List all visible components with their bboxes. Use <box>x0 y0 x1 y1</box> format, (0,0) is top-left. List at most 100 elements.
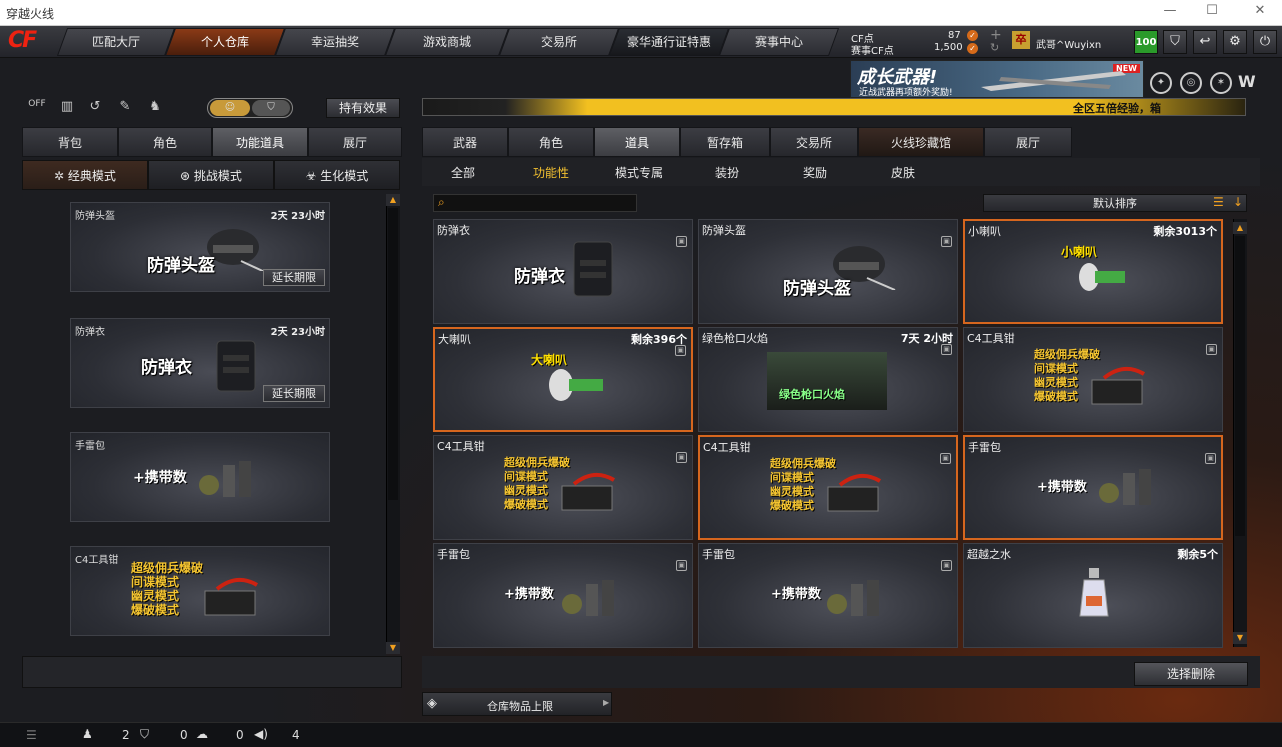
grid-card[interactable]: 大喇叭 剩余396个 ▣ 大喇叭 <box>433 327 693 432</box>
speaker-icon[interactable]: ◀) <box>254 727 268 741</box>
left-tab-func[interactable]: 功能道具 <box>212 127 308 157</box>
target-icon[interactable]: ◎ <box>1180 72 1202 94</box>
scroll-up-icon[interactable]: ▲ <box>386 194 400 206</box>
sort-desc-icon[interactable]: ↓ <box>1233 195 1243 209</box>
grenade-image <box>562 580 614 616</box>
left-card-c4[interactable]: C4工具钳 超级佣兵爆破 间谍模式 幽灵模式 爆破模式 <box>70 546 330 636</box>
subtab-functional[interactable]: 功能性 <box>520 160 582 186</box>
right-tab-storage[interactable]: 暂存箱 <box>680 127 770 157</box>
right-tab-collection[interactable]: 火线珍藏馆 <box>858 127 984 157</box>
mode-zombie[interactable]: ☣ 生化模式 <box>274 160 400 190</box>
lock-icon[interactable]: ▣ <box>941 236 952 247</box>
list-view-icon[interactable]: ☰ <box>1213 195 1224 209</box>
grid-card[interactable]: 手雷包 ▣ +携带数 <box>433 543 693 648</box>
grid-card[interactable]: 小喇叭 剩余3013个 小喇叭 <box>963 219 1223 324</box>
left-card-armor[interactable]: 防弹衣 2天 23小时 防弹衣 延长期限 <box>70 318 330 408</box>
lock-icon[interactable]: ▣ <box>676 560 687 571</box>
shield-icon[interactable]: ⛉ <box>1163 30 1187 54</box>
right-scroll-thumb[interactable] <box>1235 236 1245 536</box>
mode-classic[interactable]: ✲ 经典模式 <box>22 160 148 190</box>
grid-card[interactable]: 绿色枪口火焰 7天 2小时 ▣ 绿色枪口火焰 <box>698 327 958 432</box>
bag-icon[interactable]: ♞ <box>146 99 164 117</box>
grid-card[interactable]: 手雷包 ▣ +携带数 <box>698 543 958 648</box>
grid-card[interactable]: C4工具钳 ▣ 超级佣兵爆破 间谍模式 幽灵模式 爆破模式 <box>433 435 693 540</box>
left-card-grenade[interactable]: 手雷包 +携带数 <box>70 432 330 522</box>
nav-tab-exchange[interactable]: 交易所 <box>498 28 620 56</box>
extend-button[interactable]: 延长期限 <box>263 385 325 402</box>
bird-icon[interactable]: ✦ <box>1150 72 1172 94</box>
nav-tab-shop[interactable]: 游戏商城 <box>384 28 510 56</box>
right-tab-exchange[interactable]: 交易所 <box>770 127 858 157</box>
promo-banner[interactable]: 成长武器! 近战武器再项额外奖励! NEW <box>850 60 1144 98</box>
item-grid: 防弹衣 ▣ 防弹衣 防弹头盔 ▣ 防弹头盔 小喇叭 剩余3013个 小喇叭 大喇… <box>433 219 1227 649</box>
sort-dropdown[interactable]: 默认排序 <box>983 194 1247 212</box>
left-card-helmet[interactable]: 防弹头盔 2天 23小时 防弹头盔 延长期限 <box>70 202 330 292</box>
nav-tab-lottery[interactable]: 幸运抽奖 <box>274 28 396 56</box>
mode-challenge[interactable]: ⊛ 挑战模式 <box>148 160 274 190</box>
nav-tab-events[interactable]: 赛事中心 <box>718 28 840 56</box>
gear-icon[interactable]: ⚙ <box>1223 30 1247 54</box>
delete-button[interactable]: 选择删除 <box>1134 662 1248 686</box>
wing-icon[interactable]: ✶ <box>1210 72 1232 94</box>
right-tab-items[interactable]: 道具 <box>594 127 680 157</box>
subtab-outfit[interactable]: 装扮 <box>696 160 758 186</box>
item-name: 防弹衣 <box>437 224 470 237</box>
right-tab-role[interactable]: 角色 <box>508 127 594 157</box>
scroll-down-icon[interactable]: ▼ <box>1233 632 1247 644</box>
subtab-reward[interactable]: 奖励 <box>784 160 846 186</box>
power-icon[interactable]: ⏻ <box>1253 30 1277 54</box>
right-tab-weapon[interactable]: 武器 <box>422 127 508 157</box>
chat-icon[interactable]: ☁ <box>196 727 208 741</box>
lock-icon[interactable]: ▣ <box>1206 344 1217 355</box>
item-big-label: +携带数 <box>133 470 187 486</box>
nav-tab-match[interactable]: 匹配大厅 <box>56 28 176 56</box>
lock-icon[interactable]: ▣ <box>675 345 686 356</box>
scroll-up-icon[interactable]: ▲ <box>1233 222 1247 234</box>
grid-card[interactable]: 防弹头盔 ▣ 防弹头盔 <box>698 219 958 324</box>
nav-tab-pass[interactable]: 豪华通行证特惠 <box>608 28 730 56</box>
left-tab-hall[interactable]: 展厅 <box>308 127 402 157</box>
back-icon[interactable]: ↩ <box>1193 30 1217 54</box>
lock-icon[interactable]: ▣ <box>1205 453 1216 464</box>
close-button[interactable]: ✕ <box>1250 3 1270 23</box>
lock-icon[interactable]: ▣ <box>676 236 687 247</box>
ranking-icon[interactable]: ▥ <box>58 99 76 117</box>
nav-tab-label: 豪华通行证特惠 <box>626 35 711 49</box>
search-box[interactable]: ⌕ <box>433 194 637 212</box>
nav-tab-warehouse[interactable]: 个人仓库 <box>164 28 286 56</box>
history-icon[interactable]: ↺ <box>86 99 104 117</box>
menu-icon[interactable]: ☰ <box>26 728 37 742</box>
minimize-button[interactable]: — <box>1160 3 1180 23</box>
subtab-all[interactable]: 全部 <box>432 160 494 186</box>
grid-card[interactable]: 手雷包 ▣ +携带数 <box>963 435 1223 540</box>
grid-card[interactable]: C4工具钳 ▣ 超级佣兵爆破 间谍模式 幽灵模式 爆破模式 <box>698 435 958 540</box>
face-icon[interactable]: ☺ <box>210 100 250 116</box>
view-toggle[interactable]: ☺ ⛉ <box>207 98 293 118</box>
storage-limit-bar[interactable]: ◈ 仓库物品上限 ▶ <box>422 692 612 716</box>
right-tab-hall[interactable]: 展厅 <box>984 127 1072 157</box>
grid-card[interactable]: C4工具钳 ▣ 超级佣兵爆破 间谍模式 幽灵模式 爆破模式 <box>963 327 1223 432</box>
subtab-skin[interactable]: 皮肤 <box>872 160 934 186</box>
left-tab-role[interactable]: 角色 <box>118 127 212 157</box>
badge-icon[interactable]: ⛉ <box>252 100 290 116</box>
subtab-mode[interactable]: 模式专属 <box>608 160 670 186</box>
refresh-icon[interactable]: ↻ <box>990 41 999 54</box>
effect-button[interactable]: 持有效果 <box>326 98 400 118</box>
scroll-down-icon[interactable]: ▼ <box>386 642 400 654</box>
grid-card[interactable]: 防弹衣 ▣ 防弹衣 <box>433 219 693 324</box>
lock-icon[interactable]: ▣ <box>941 560 952 571</box>
w-icon[interactable]: W <box>1238 72 1256 91</box>
lock-icon[interactable]: ▣ <box>676 452 687 463</box>
clan-icon[interactable]: ⛉ <box>140 727 149 742</box>
grid-card[interactable]: 超越之水 剩余5个 <box>963 543 1223 648</box>
lock-icon[interactable]: ▣ <box>940 453 951 464</box>
left-scroll-thumb[interactable] <box>388 208 398 500</box>
lock-icon[interactable]: ▣ <box>941 344 952 355</box>
left-tab-bag[interactable]: 背包 <box>22 127 118 157</box>
mode-line: 间谍模式 <box>1034 362 1078 375</box>
maximize-button[interactable]: ☐ <box>1202 3 1222 23</box>
toggle-off-icon[interactable]: OFF <box>28 99 46 117</box>
character-icon[interactable]: ✎ <box>116 99 134 117</box>
friends-icon[interactable]: ♟ <box>82 727 93 741</box>
extend-button[interactable]: 延长期限 <box>263 269 325 286</box>
